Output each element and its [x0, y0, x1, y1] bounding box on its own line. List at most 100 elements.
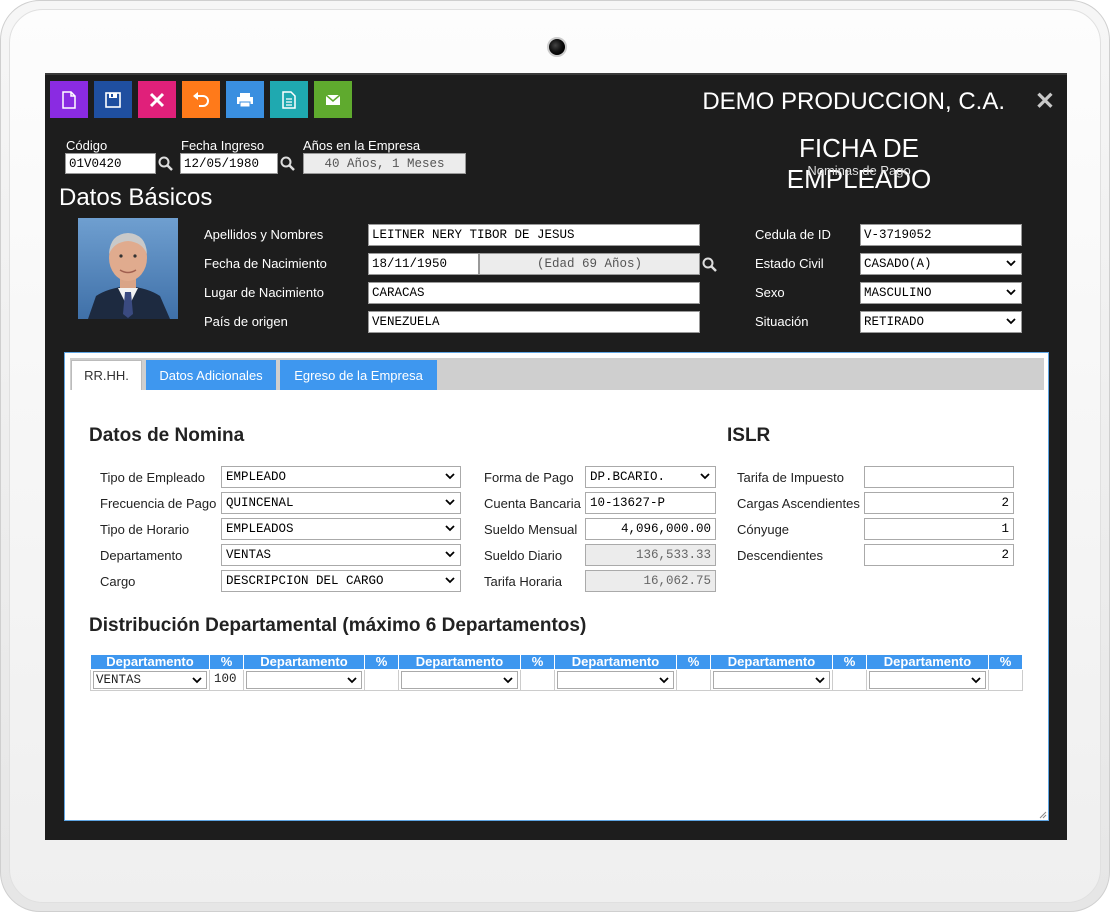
- table-row: VENTAS 100: [90, 669, 1023, 691]
- frecuencia-select[interactable]: QUINCENAL: [221, 492, 461, 514]
- chevron-down-icon: [445, 577, 455, 584]
- conyuge-input[interactable]: 1: [864, 518, 1014, 540]
- dist-dept-select-5[interactable]: [713, 671, 830, 689]
- nacimiento-input[interactable]: 18/11/1950: [368, 253, 479, 275]
- sueldo-mensual-label: Sueldo Mensual: [484, 522, 578, 537]
- search-nacimiento-icon[interactable]: [702, 257, 718, 273]
- frecuencia-label: Frecuencia de Pago: [100, 496, 217, 511]
- print-button[interactable]: [226, 81, 264, 118]
- estado-civil-label: Estado Civil: [755, 256, 824, 271]
- departamento-label: Departamento: [100, 548, 183, 563]
- chevron-down-icon: [1006, 260, 1016, 267]
- tab-datos-adicionales[interactable]: Datos Adicionales: [146, 360, 276, 390]
- delete-button[interactable]: [138, 81, 176, 118]
- envelope-icon: [325, 93, 341, 105]
- close-icon[interactable]: ✕: [1035, 87, 1055, 116]
- chevron-down-icon: [815, 677, 825, 684]
- codigo-input[interactable]: 01V0420: [65, 153, 156, 174]
- situacion-select[interactable]: RETIRADO: [860, 311, 1022, 333]
- distribucion-header-row: Departamento % Departamento % Departamen…: [90, 654, 1023, 670]
- dist-dept-select-2[interactable]: [246, 671, 362, 689]
- tablet-frame: DEMO PRODUCCION, C.A. ✕ Código 01V0420 F…: [0, 0, 1110, 912]
- pais-label: País de origen: [204, 314, 288, 329]
- search-codigo-icon[interactable]: [158, 156, 174, 172]
- lugar-input[interactable]: CARACAS: [368, 282, 700, 304]
- col-pct-1: %: [209, 654, 244, 670]
- tab-egreso[interactable]: Egreso de la Empresa: [280, 360, 437, 390]
- col-pct-2: %: [364, 654, 399, 670]
- situacion-value: RETIRADO: [864, 315, 925, 329]
- dist-dept-cell-2: [243, 669, 365, 691]
- anos-label: Años en la Empresa: [303, 138, 421, 153]
- lugar-label: Lugar de Nacimiento: [204, 285, 324, 300]
- chevron-down-icon: [347, 677, 357, 684]
- tipo-empleado-select[interactable]: EMPLEADO: [221, 466, 461, 488]
- dist-pct-input-4[interactable]: [679, 671, 708, 689]
- anos-field: 40 Años, 1 Meses: [303, 153, 466, 174]
- col-departamento-1: Departamento: [90, 654, 210, 670]
- cedula-input[interactable]: V-3719052: [860, 224, 1022, 246]
- dist-pct-input-2[interactable]: [367, 671, 396, 689]
- dist-dept-cell-1: VENTAS: [90, 669, 210, 691]
- dist-dept-cell-5: [710, 669, 833, 691]
- dist-dept-cell-4: [554, 669, 677, 691]
- fecha-ingreso-input[interactable]: 12/05/1980: [180, 153, 278, 174]
- tarifa-impuesto-input[interactable]: [864, 466, 1014, 488]
- descendientes-input[interactable]: 2: [864, 544, 1014, 566]
- resize-handle-icon[interactable]: [1039, 811, 1047, 819]
- departamento-select[interactable]: VENTAS: [221, 544, 461, 566]
- chevron-down-icon: [192, 677, 202, 684]
- dist-pct-input-5[interactable]: [835, 671, 864, 689]
- dist-pct-cell-3: [520, 669, 555, 691]
- chevron-down-icon: [445, 551, 455, 558]
- estado-civil-value: CASADO(A): [864, 257, 932, 271]
- dist-pct-input-1[interactable]: 100: [212, 671, 241, 689]
- cedula-label: Cedula de ID: [755, 227, 831, 242]
- email-button[interactable]: [314, 81, 352, 118]
- col-departamento-2: Departamento: [243, 654, 365, 670]
- dist-pct-input-6[interactable]: [991, 671, 1020, 689]
- distribucion-title: Distribución Departamental (máximo 6 Dep…: [89, 615, 587, 636]
- undo-icon: [193, 91, 209, 107]
- save-button[interactable]: [94, 81, 132, 118]
- codigo-label: Código: [66, 138, 108, 153]
- dist-dept-select-4[interactable]: [557, 671, 674, 689]
- forma-pago-select[interactable]: DP.BCARIO.: [585, 466, 716, 488]
- sueldo-mensual-input[interactable]: 4,096,000.00: [585, 518, 716, 540]
- edad-field: (Edad 69 Años): [479, 253, 700, 275]
- dist-dept-select-1[interactable]: VENTAS: [93, 671, 207, 689]
- cargo-select[interactable]: DESCRIPCION DEL CARGO: [221, 570, 461, 592]
- dist-pct-cell-2: [364, 669, 399, 691]
- fecha-ingreso-label: Fecha Ingreso: [181, 138, 265, 153]
- horario-select[interactable]: EMPLEADOS: [221, 518, 461, 540]
- frecuencia-value: QUINCENAL: [226, 496, 294, 510]
- dist-pct-input-3[interactable]: [523, 671, 552, 689]
- estado-civil-select[interactable]: CASADO(A): [860, 253, 1022, 275]
- col-pct-6: %: [988, 654, 1023, 670]
- chevron-down-icon: [1006, 318, 1016, 325]
- report-button[interactable]: [270, 81, 308, 118]
- dist-dept-select-6[interactable]: [869, 671, 986, 689]
- tab-rrhh[interactable]: RR.HH.: [71, 360, 142, 390]
- undo-button[interactable]: [182, 81, 220, 118]
- dist-pct-cell-4: [676, 669, 711, 691]
- search-fecha-icon[interactable]: [280, 156, 296, 172]
- dist-dept-select-3[interactable]: [401, 671, 518, 689]
- dist-pct-cell-5: [832, 669, 867, 691]
- nomina-title: Datos de Nomina: [89, 425, 245, 446]
- distribucion-table: Departamento % Departamento % Departamen…: [90, 654, 1023, 691]
- sueldo-diario-label: Sueldo Diario: [484, 548, 563, 563]
- tipo-empleado-value: EMPLEADO: [226, 470, 287, 484]
- apellidos-input[interactable]: LEITNER NERY TIBOR DE JESUS: [368, 224, 700, 246]
- sexo-select[interactable]: MASCULINO: [860, 282, 1022, 304]
- new-document-icon: [62, 90, 76, 109]
- save-disk-icon: [105, 91, 121, 108]
- form-subtitle: Nominas de Pago: [807, 163, 911, 178]
- document-icon: [282, 90, 296, 109]
- cuenta-input[interactable]: 10-13627-P: [585, 492, 716, 514]
- forma-pago-label: Forma de Pago: [484, 470, 574, 485]
- employee-photo: [78, 218, 178, 319]
- cargas-input[interactable]: 2: [864, 492, 1014, 514]
- new-button[interactable]: [50, 81, 88, 118]
- pais-input[interactable]: VENEZUELA: [368, 311, 700, 333]
